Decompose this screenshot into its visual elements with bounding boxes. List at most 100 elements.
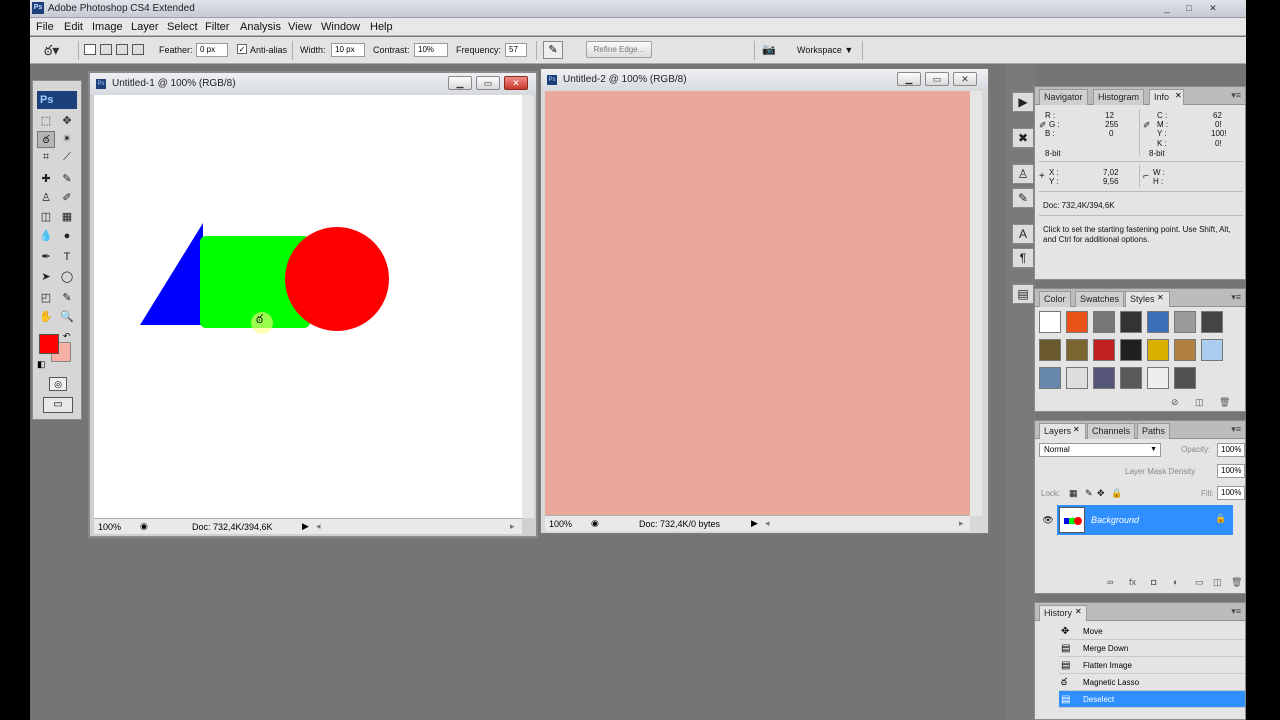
style-swatch[interactable] [1093, 311, 1115, 333]
tab-navigator[interactable]: Navigator [1039, 89, 1088, 105]
animation-panel-icon[interactable]: ▶ [1012, 92, 1034, 112]
history-brush-tool-icon[interactable]: ✐ [58, 190, 76, 207]
minimize-button[interactable]: _ [1160, 2, 1174, 15]
menu-window[interactable]: Window [321, 21, 360, 33]
style-swatch[interactable] [1120, 339, 1142, 361]
style-swatch[interactable] [1147, 311, 1169, 333]
antialias-checkbox[interactable]: ✓ [237, 44, 247, 54]
history-item-selected[interactable]: ▤ Deselect [1059, 691, 1245, 708]
style-swatch[interactable] [1201, 339, 1223, 361]
style-swatch[interactable] [1174, 367, 1196, 389]
new-selection-icon[interactable] [84, 44, 96, 55]
tab-color[interactable]: Color [1039, 291, 1071, 307]
delete-layer-icon[interactable]: 🗑 [1231, 577, 1242, 588]
brushes-panel-icon[interactable]: ✎ [1012, 188, 1034, 208]
scroll-right-icon[interactable]: ▸ [959, 518, 964, 529]
adjustment-layer-icon[interactable]: ◐ [1173, 577, 1178, 587]
link-layers-icon[interactable]: ∞ [1107, 577, 1113, 587]
tab-channels[interactable]: Channels [1087, 423, 1136, 439]
restore-button[interactable]: □ [1182, 2, 1196, 15]
scroll-right-icon[interactable]: ▸ [510, 521, 515, 532]
styles-panel-menu-icon[interactable]: ▾≡ [1231, 292, 1241, 303]
style-swatch[interactable] [1093, 367, 1115, 389]
tool-presets-icon[interactable]: ✖ [1012, 128, 1034, 148]
document-1-canvas[interactable]: ఠ [94, 95, 522, 518]
camera-icon[interactable]: 📷 [762, 43, 782, 57]
document-2-canvas[interactable] [545, 91, 970, 516]
history-item[interactable]: ✥ Move [1059, 623, 1245, 640]
style-swatch[interactable] [1174, 339, 1196, 361]
new-group-icon[interactable]: ▭ [1195, 577, 1204, 588]
tab-history-close-icon[interactable]: ✕ [1075, 607, 1082, 616]
dodge-tool-icon[interactable]: ● [58, 228, 76, 245]
layer-visibility-eye-icon[interactable]: 👁 [1039, 505, 1057, 535]
style-swatch[interactable] [1201, 311, 1223, 333]
history-item[interactable]: ▤ Merge Down [1059, 640, 1245, 657]
menu-image[interactable]: Image [92, 21, 123, 33]
opacity-input[interactable]: 100% [1217, 443, 1245, 457]
style-swatch[interactable] [1120, 311, 1142, 333]
lock-position-icon[interactable]: ✥ [1097, 488, 1105, 499]
info-panel-menu-icon[interactable]: ▾≡ [1231, 90, 1241, 101]
blur-tool-icon[interactable]: 💧 [37, 228, 55, 245]
healing-brush-tool-icon[interactable]: ✚ [37, 171, 55, 188]
document-1-close-button[interactable]: ✕ [504, 76, 528, 90]
tab-info-close-icon[interactable]: ✕ [1175, 91, 1182, 100]
tab-styles-close-icon[interactable]: ✕ [1157, 293, 1164, 302]
tab-swatches[interactable]: Swatches [1075, 291, 1125, 307]
workspace-button[interactable]: Workspace ▼ [797, 45, 853, 55]
history-item[interactable]: ఠ Magnetic Lasso [1059, 674, 1245, 691]
default-colors-icon[interactable]: ◧ [37, 359, 46, 370]
style-swatch[interactable] [1066, 339, 1088, 361]
style-swatch[interactable] [1120, 367, 1142, 389]
layer-mask-density-input[interactable]: 100% [1217, 464, 1245, 478]
tab-paths[interactable]: Paths [1137, 423, 1171, 439]
style-swatch[interactable] [1039, 311, 1061, 333]
document-1-zoom[interactable]: 100% [98, 522, 121, 532]
tab-layers-close-icon[interactable]: ✕ [1073, 425, 1080, 434]
delete-style-icon[interactable]: 🗑 [1219, 397, 1230, 408]
status-info-icon[interactable]: ◉ [591, 518, 599, 529]
notes-panel-icon[interactable]: ▤ [1012, 284, 1034, 304]
intersect-selection-icon[interactable] [132, 44, 144, 55]
style-swatch[interactable] [1147, 339, 1169, 361]
style-swatch[interactable] [1147, 367, 1169, 389]
lasso-tool-icon[interactable]: ఠ [37, 131, 55, 148]
tablet-pressure-icon[interactable]: ✎ [543, 41, 563, 59]
magnetic-lasso-preset-icon[interactable]: ఠ▾ [44, 41, 72, 59]
new-layer-icon[interactable]: ◫ [1213, 577, 1222, 588]
history-panel-menu-icon[interactable]: ▾≡ [1231, 606, 1241, 617]
style-swatch[interactable] [1039, 339, 1061, 361]
close-button[interactable]: ✕ [1206, 2, 1220, 15]
menu-view[interactable]: View [288, 21, 312, 33]
subtract-selection-icon[interactable] [116, 44, 128, 55]
paragraph-panel-icon[interactable]: ¶ [1012, 248, 1034, 268]
type-tool-icon[interactable]: T [58, 249, 76, 266]
menu-select[interactable]: Select [167, 21, 198, 33]
add-selection-icon[interactable] [100, 44, 112, 55]
layer-style-icon[interactable]: fx [1129, 577, 1136, 587]
width-input[interactable]: 10 px [331, 43, 365, 57]
3d-rotate-tool-icon[interactable]: ◰ [37, 290, 55, 307]
status-menu-arrow-icon[interactable]: ▶ [751, 518, 758, 529]
scroll-left-icon[interactable]: ◂ [316, 521, 321, 532]
status-info-icon[interactable]: ◉ [140, 521, 148, 532]
status-menu-arrow-icon[interactable]: ▶ [302, 521, 309, 532]
document-2-minimize-button[interactable]: ▁ [897, 72, 921, 86]
document-window-2[interactable]: Ps Untitled-2 @ 100% (RGB/8) ▁ ▭ ✕ 100% … [540, 68, 989, 534]
hand-tool-icon[interactable]: ✋ [37, 309, 55, 326]
brush-tool-icon[interactable]: ✎ [58, 171, 76, 188]
3d-camera-tool-icon[interactable]: ✎ [58, 290, 76, 307]
style-swatch[interactable] [1066, 311, 1088, 333]
menu-analysis[interactable]: Analysis [240, 21, 281, 33]
feather-input[interactable]: 0 px [196, 43, 228, 57]
layer-row-background[interactable]: Background 🔒 [1057, 505, 1233, 535]
character-panel-icon[interactable]: A [1012, 224, 1034, 244]
foreground-color-swatch[interactable] [39, 334, 59, 354]
document-1-vertical-scrollbar[interactable] [522, 95, 534, 518]
layers-panel-menu-icon[interactable]: ▾≡ [1231, 424, 1241, 435]
layer-mask-icon[interactable]: ◘ [1151, 577, 1156, 587]
document-1-title-bar[interactable]: Ps Untitled-1 @ 100% (RGB/8) ▁ ▭ ✕ [90, 73, 536, 95]
path-selection-tool-icon[interactable]: ➤ [37, 269, 55, 286]
style-swatch[interactable] [1066, 367, 1088, 389]
